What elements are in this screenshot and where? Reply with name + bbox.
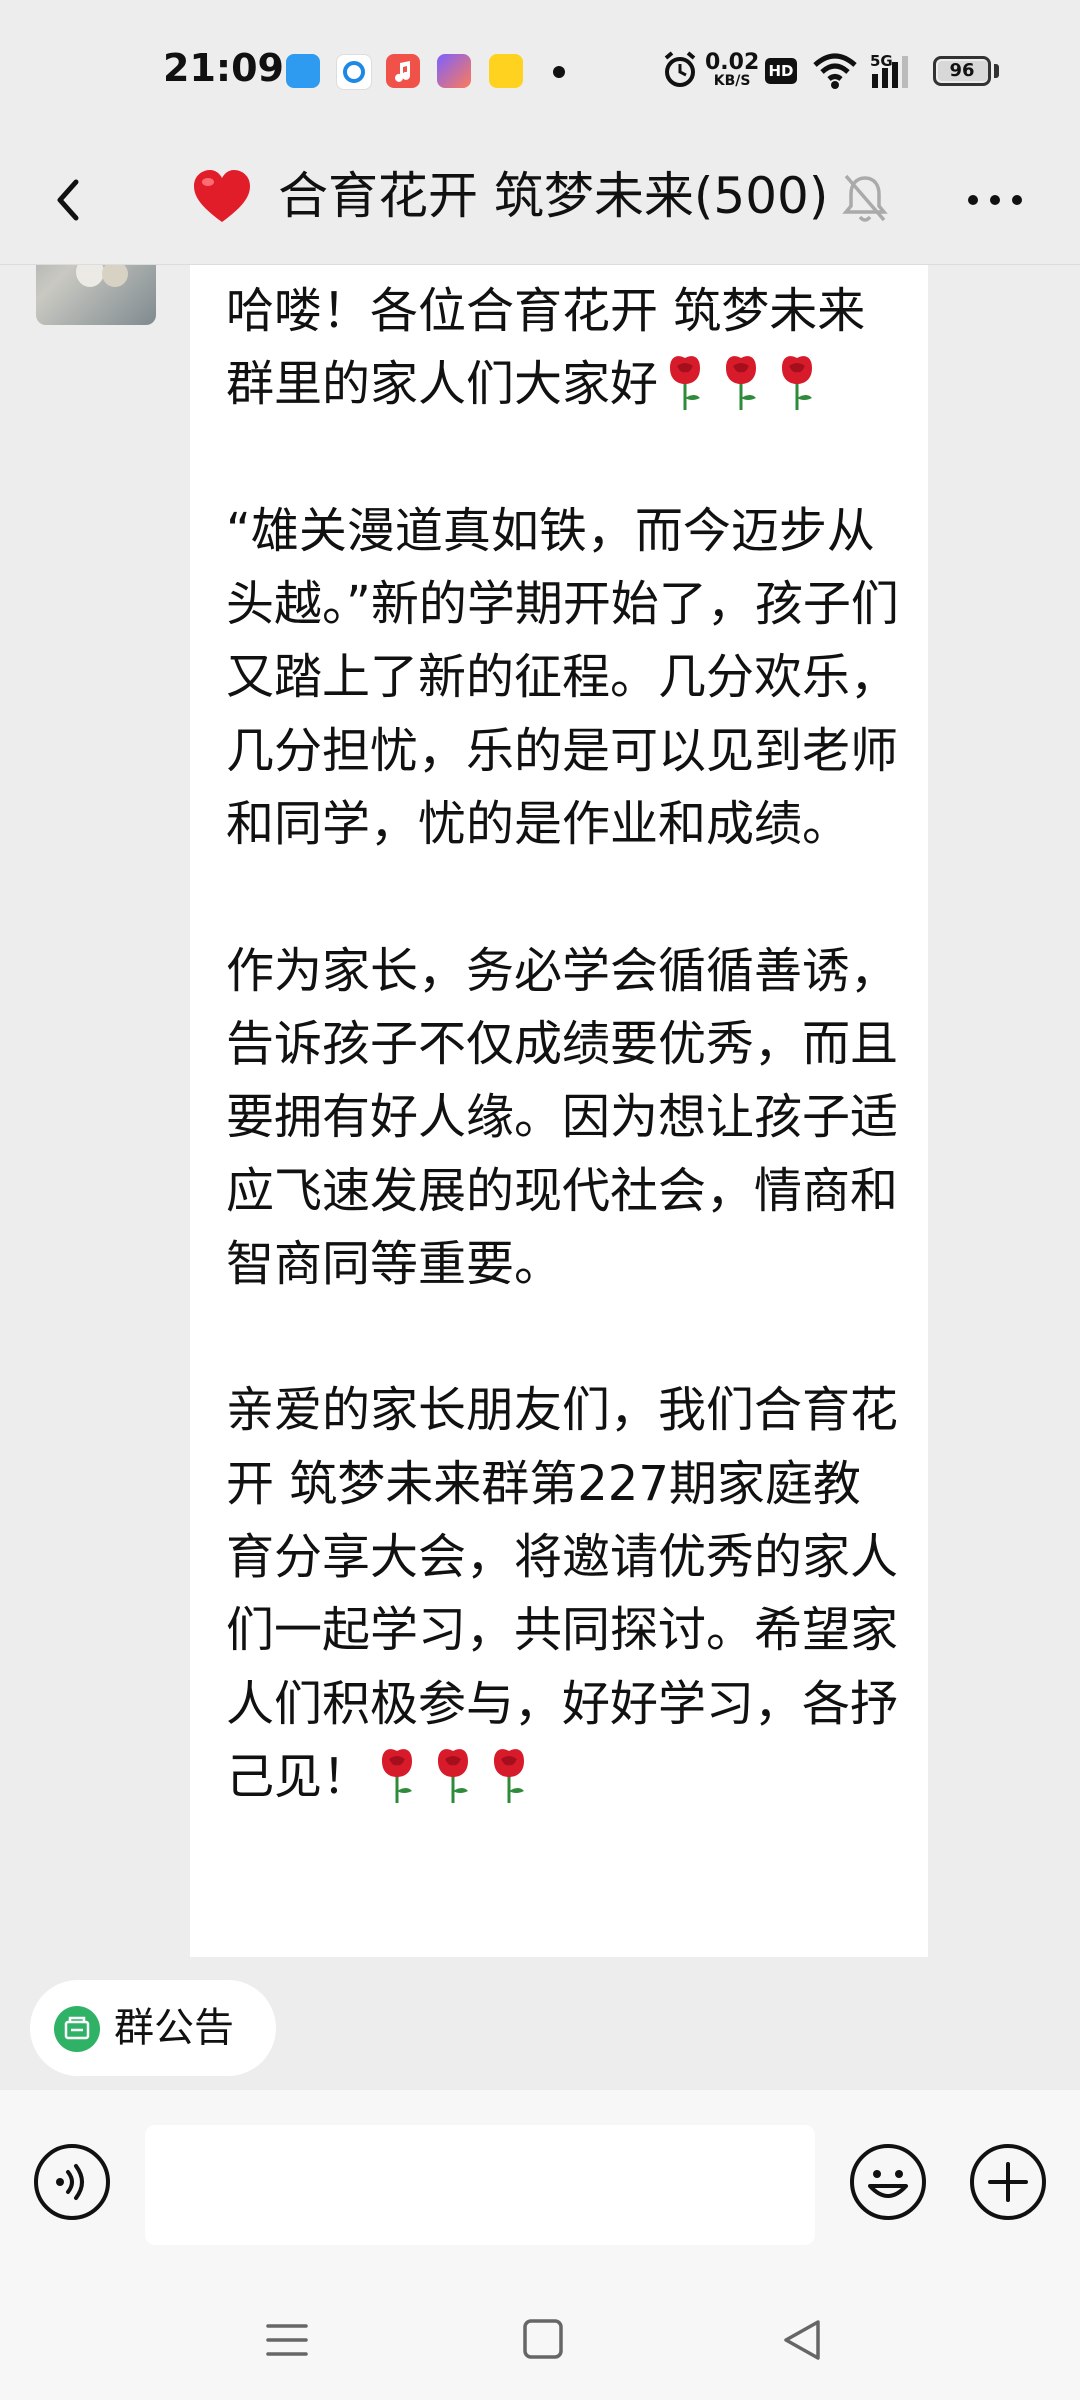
rose-emoji <box>494 1749 525 1803</box>
voice-icon[interactable] <box>32 2142 112 2222</box>
group-notice-label: 群公告 <box>114 2005 234 2051</box>
wifi-icon <box>813 53 857 89</box>
chat-title: 合育花开 筑梦未来(500) <box>278 167 829 225</box>
more-dots-icon[interactable] <box>960 170 1030 230</box>
rose-emoji <box>782 356 813 411</box>
chat-area[interactable]: 哈喽！各位合育花开 筑梦未来群里的家人们大家好 “雄关漫道真如铁，而今迈步从头越… <box>0 265 1080 1957</box>
emoji-icon[interactable] <box>848 2142 928 2222</box>
music-app-icon <box>386 54 420 88</box>
avatar[interactable] <box>36 265 156 325</box>
plus-circle-icon[interactable] <box>968 2142 1048 2222</box>
battery-icon: 96 <box>933 56 991 86</box>
message-paragraph-1: 哈喽！各位合育花开 筑梦未来群里的家人们大家好 <box>226 283 866 413</box>
chevron-left-icon[interactable] <box>40 170 100 230</box>
rose-emoji <box>382 1749 413 1803</box>
rose-emoji <box>670 356 701 411</box>
message-paragraph-3: 作为家长，务必学会循循善诱，告诉孩子不仅成绩要优秀，而且要拥有好人缘。因为想让孩… <box>226 942 899 1292</box>
status-time: 21:09 <box>163 46 284 90</box>
notice-icon <box>54 2006 100 2052</box>
message-paragraph-2: “雄关漫道真如铁，而今迈步从头越。”新的学期开始了，孩子们又踏上了新的征程。几分… <box>226 502 899 853</box>
input-bar <box>0 2090 1080 2280</box>
menu-icon[interactable] <box>262 2318 312 2362</box>
battery-tip <box>994 64 999 78</box>
group-notice-button[interactable]: 群公告 <box>30 1980 276 2076</box>
message-text: 哈喽！各位合育花开 筑梦未来群里的家人们大家好 “雄关漫道真如铁，而今迈步从头越… <box>226 275 906 1814</box>
alarm-icon <box>664 51 696 87</box>
rose-emoji <box>438 1749 469 1803</box>
notification-dot <box>553 66 565 78</box>
message-input[interactable] <box>145 2125 815 2245</box>
chat-header: 合育花开 筑梦未来(500) <box>0 140 1080 265</box>
shortcut-app-icon <box>437 54 471 88</box>
blue-app-icon <box>286 54 320 88</box>
bell-muted-icon <box>842 174 888 222</box>
system-navigation-bar <box>0 2280 1080 2400</box>
hd-badge: HD <box>765 58 797 84</box>
red-heart-emoji <box>194 170 250 222</box>
back-triangle-icon[interactable] <box>778 2316 828 2364</box>
message-paragraph-4: 亲爱的家长朋友们，我们合育花开 筑梦未来群第227期家庭教育分享大会，将邀请优秀… <box>226 1382 899 1805</box>
home-square-icon[interactable] <box>520 2316 566 2362</box>
yellow-app-icon <box>489 54 523 88</box>
signal-icon <box>872 56 908 88</box>
qq-browser-icon <box>336 54 372 90</box>
rose-emoji <box>726 356 757 411</box>
net-speed: 0.02 KB/S <box>705 50 760 89</box>
status-bar: 21:09 0.02 KB/S HD 5G 96 <box>0 0 1080 140</box>
